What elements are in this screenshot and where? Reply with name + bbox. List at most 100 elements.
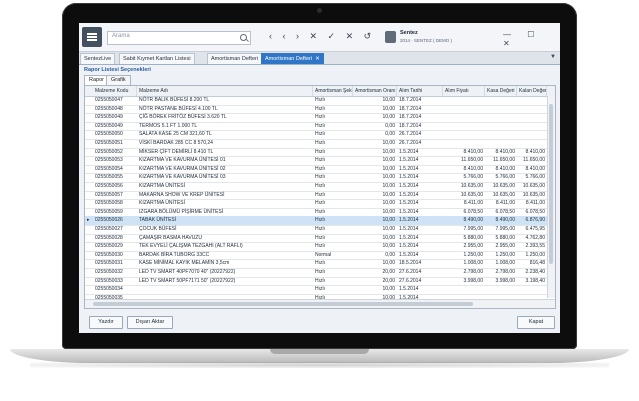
cell-remaining: 2.393,55 xyxy=(525,243,545,250)
cell-remaining: 3.198,40 xyxy=(525,277,545,284)
vertical-scrollbar[interactable] xyxy=(547,96,555,298)
column-header-box[interactable]: Kasa Değeri xyxy=(485,86,517,96)
cell-price: 7.995,00 xyxy=(463,226,483,232)
cell-name: NÖTR PASTANE BÜFESİ 4.100 TL xyxy=(139,105,218,112)
cell-code: 0255050033 xyxy=(95,277,123,284)
cell-box: 8.410,00 xyxy=(495,165,515,172)
close-icon[interactable]: ✕ xyxy=(315,56,320,62)
column-header-remaining[interactable]: Kalan Değer xyxy=(517,86,547,96)
hamburger-menu-icon[interactable] xyxy=(82,27,102,47)
cell-date: 1.5.2014 xyxy=(399,226,419,232)
cell-box: 1.008,00 xyxy=(495,260,515,267)
column-header-code[interactable]: Malzeme Kodu xyxy=(93,86,137,96)
tab-sentezlive[interactable]: SentezLive xyxy=(80,53,116,64)
cell-remaining xyxy=(517,113,547,122)
navigation-icons[interactable]: ‹ ‹ › ✕ ✓ ✕ ↺ ⋮ xyxy=(269,31,395,42)
cell-price: 8.490,00 xyxy=(463,217,483,224)
cell-price: 8.410,00 xyxy=(463,148,483,155)
cell-name: MİKSER ÇİFT DEMİRLİ 8.410 TL xyxy=(139,148,214,155)
cell-rate: 10,00 xyxy=(382,217,395,224)
tab-asset-cards-list[interactable]: Sabit Kıymet Kartları Listesi xyxy=(119,53,195,64)
cell-price: 5.766,00 xyxy=(463,174,483,181)
cell-method: Hızlı xyxy=(315,260,325,267)
horizontal-scrollbar[interactable] xyxy=(85,299,555,308)
cell-box xyxy=(485,96,517,105)
cell-name: KIZARTMA ÜNİTESİ xyxy=(139,183,186,189)
cell-code: 0255050028 xyxy=(95,234,123,241)
cell-remaining: 6.876,90 xyxy=(525,217,545,224)
chevron-down-icon[interactable]: ▼ xyxy=(550,54,556,60)
cell-remaining: 8.411,00 xyxy=(525,200,545,207)
cell-method: Hızlı xyxy=(315,226,325,232)
user-avatar-icon xyxy=(385,31,396,43)
cell-box: 11.650,00 xyxy=(493,157,515,164)
column-header-method[interactable]: Amortisman Şekli xyxy=(313,86,353,96)
search-input[interactable]: Arama xyxy=(107,31,251,45)
cell-rate: 10,00 xyxy=(382,234,395,241)
search-icon[interactable] xyxy=(240,34,247,41)
close-button[interactable]: Kapat xyxy=(517,316,555,329)
cell-name: ÇOCUK BÜFESİ xyxy=(139,226,177,232)
cell-code: 0255050029 xyxy=(95,243,123,250)
tab-depreciation-book-active[interactable]: Amortisman Defteri ✕ xyxy=(261,53,324,64)
camera-icon xyxy=(317,8,322,13)
column-header-rate[interactable]: Amortisman Oranı xyxy=(353,86,397,96)
cell-code: 0255050056 xyxy=(95,183,123,189)
column-header-date[interactable]: Alım Tarihi xyxy=(397,86,443,96)
cell-remaining: 2.238,40 xyxy=(525,269,545,275)
window-control-buttons[interactable]: — ☐ ✕ xyxy=(503,30,560,48)
cell-date: 1.5.2014 xyxy=(399,191,419,198)
print-button[interactable]: Yazdır xyxy=(89,316,123,329)
cell-remaining: 11.650,00 xyxy=(523,157,545,164)
cell-remaining: 4.762,80 xyxy=(525,234,545,241)
tab-depreciation-book[interactable]: Amortisman Defteri xyxy=(207,53,263,64)
cell-box xyxy=(485,130,517,139)
cell-code: 0255050030 xyxy=(95,251,123,258)
cell-date: 18.7.2014 xyxy=(399,122,422,129)
cell-rate: 20,00 xyxy=(382,269,395,275)
cell-code: 0255050049 xyxy=(95,122,123,129)
cell-price: 2.955,00 xyxy=(463,243,483,250)
cell-name: KIZARTMA VE KAVURMA ÜNİTESİ 01 xyxy=(139,157,226,164)
cell-box: 2.798,00 xyxy=(495,269,515,275)
cell-rate: 10,00 xyxy=(382,157,395,164)
cell-date: 1.5.2014 xyxy=(399,174,419,181)
cell-rate: 10,00 xyxy=(382,105,395,112)
tab-label: Amortisman Defteri xyxy=(265,56,313,62)
cell-code: 0255050054 xyxy=(95,165,123,172)
cell-rate: 10,00 xyxy=(382,243,395,250)
cell-method: Hızlı xyxy=(315,208,325,215)
cell-method: Hızlı xyxy=(315,234,325,241)
cell-date: 27.6.2014 xyxy=(399,269,422,275)
document-tabs: SentezLive Sabit Kıymet Kartları Listesi… xyxy=(79,52,560,65)
cell-remaining xyxy=(517,130,547,139)
cell-price xyxy=(443,130,485,139)
cell-box xyxy=(485,139,517,148)
cell-code: 0255050050 xyxy=(95,131,123,138)
panel-title: Rapor Listesi Seçenekleri xyxy=(84,67,151,73)
cell-remaining xyxy=(517,122,547,131)
column-header-price[interactable]: Alım Fiyatı xyxy=(443,86,485,96)
cell-date: 1.5.2014 xyxy=(399,200,419,207)
cell-remaining: 6.078,50 xyxy=(525,208,545,215)
column-header-name[interactable]: Malzeme Adı xyxy=(137,86,313,96)
cell-method: Hızlı xyxy=(315,243,325,250)
cell-price: 1.250,00 xyxy=(463,251,483,258)
cell-code: 0255050031 xyxy=(95,260,123,267)
cell-name: LED TV SMART 50PF7171 50" (20227922) xyxy=(139,277,236,284)
cell-method: Hızlı xyxy=(315,97,325,103)
cell-rate: 10,00 xyxy=(382,208,395,215)
user-info[interactable]: Sentez 2014 · SENTEZ ( DEMO ) xyxy=(385,29,495,46)
cell-box: 5.766,00 xyxy=(495,174,515,181)
cell-method: Hızlı xyxy=(315,200,325,207)
cell-box: 7.995,00 xyxy=(495,226,515,232)
cell-date: 1.5.2014 xyxy=(399,157,419,164)
cell-method: Hızlı xyxy=(315,183,325,189)
cell-price: 8.411,00 xyxy=(463,200,483,207)
cell-box: 5.880,00 xyxy=(495,234,515,241)
cell-date: 1.5.2014 xyxy=(399,243,419,250)
export-button[interactable]: Dışarı Aktar xyxy=(127,316,173,329)
cell-rate: 10,00 xyxy=(382,191,395,198)
cell-remaining: 8.410,00 xyxy=(525,148,545,155)
cell-method: Hızlı xyxy=(315,122,325,129)
